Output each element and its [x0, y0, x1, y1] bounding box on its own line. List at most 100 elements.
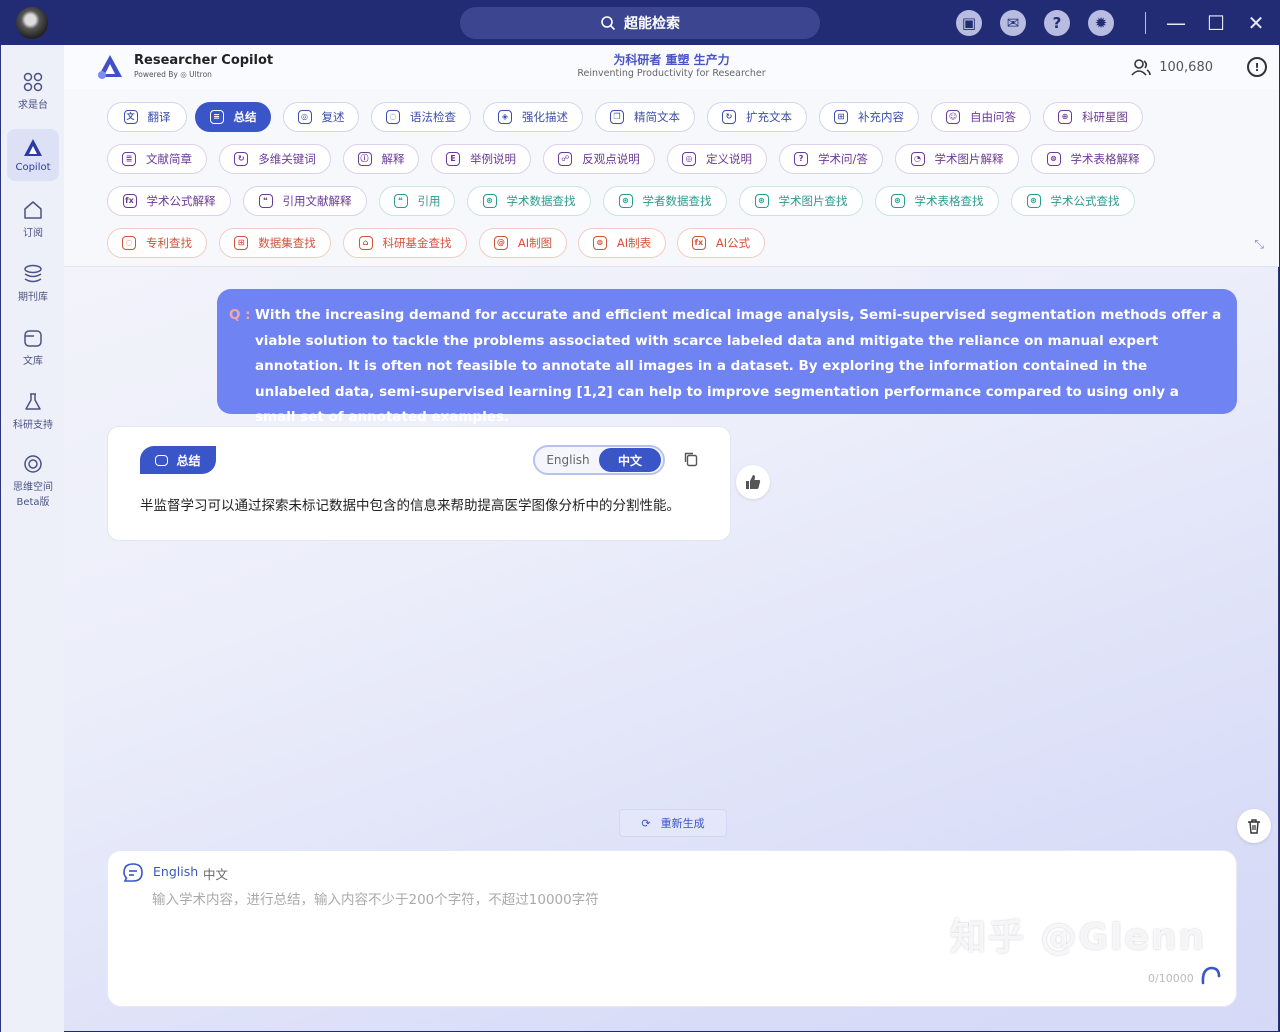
- main-area: Researcher Copilot Powered By ◎ Ultron 为…: [64, 45, 1279, 1031]
- image-icon[interactable]: ▣: [956, 10, 982, 36]
- tool-chip-icon: ⊞: [234, 236, 249, 250]
- tool-chip[interactable]: E 举例说明: [431, 144, 531, 174]
- help-icon[interactable]: ?: [1044, 10, 1070, 36]
- tool-chip[interactable]: ◈ 强化描述: [483, 102, 583, 132]
- tool-chip[interactable]: fx AI公式: [677, 228, 765, 258]
- answer-text: 半监督学习可以通过探索未标记数据中包含的信息来帮助提高医学图像分析中的分割性能。: [140, 498, 680, 514]
- tool-chip[interactable]: ◌ 语法检查: [371, 102, 471, 132]
- input-lang-english[interactable]: English: [153, 864, 198, 879]
- tool-chip[interactable]: ◎ 复述: [283, 102, 359, 132]
- tool-chip-label: 引用文献解释: [282, 194, 352, 208]
- tool-chip-icon: ◌: [386, 110, 400, 124]
- sidebar-label: 期刊库: [18, 292, 48, 303]
- collapse-icon[interactable]: ⤡: [1254, 237, 1264, 252]
- tool-chip[interactable]: ⊛ 学术公式查找: [1011, 186, 1135, 216]
- tool-chip-label: 学术问/答: [818, 152, 868, 166]
- titlebar-divider: [1145, 12, 1146, 34]
- tool-chip[interactable]: ☍ 反观点说明: [543, 144, 655, 174]
- clear-history-button[interactable]: [1237, 809, 1271, 843]
- settings-gear-icon[interactable]: ✹: [1088, 10, 1114, 36]
- tool-chip-label: 多维关键词: [258, 152, 316, 166]
- sidebar-label: 科研支持: [13, 420, 53, 431]
- tool-chip-icon: ⊛: [618, 194, 633, 208]
- input-lang-chinese[interactable]: 中文: [203, 864, 228, 883]
- sidebar-label: 求是台: [18, 100, 48, 111]
- sidebar-item-copilot[interactable]: Copilot: [7, 129, 59, 181]
- tool-chip[interactable]: fx 学术公式解释: [107, 186, 231, 216]
- tool-chip-label: 解释: [381, 152, 405, 166]
- sidebar-item-qiushitai[interactable]: 求是台: [7, 65, 59, 117]
- tool-chip[interactable]: ≣ 文献简章: [107, 144, 207, 174]
- tool-chip[interactable]: ⊞ 数据集查找: [219, 228, 331, 258]
- user-avatar[interactable]: [16, 7, 48, 39]
- tool-chip-label: 强化描述: [522, 110, 568, 124]
- grid-circles-icon: [23, 72, 43, 92]
- sidebar-label: 思维空间: [13, 481, 53, 493]
- tool-chip[interactable]: ? 学术问/答: [779, 144, 883, 174]
- tool-chip[interactable]: @ AI制图: [479, 228, 567, 258]
- tool-chip-icon: ◔: [910, 152, 925, 166]
- tool-chip[interactable]: ◌ 专利查找: [107, 228, 207, 258]
- thumbs-up-button[interactable]: [736, 465, 770, 499]
- refresh-icon: ⟳: [641, 816, 651, 830]
- sidebar-item-journals[interactable]: 期刊库: [7, 257, 59, 309]
- tool-chip[interactable]: ☺ 自由问答: [931, 102, 1031, 132]
- tool-chip[interactable]: ⊜ 学术表格解释: [1031, 144, 1155, 174]
- sidebar-item-subscribe[interactable]: 订阅: [7, 193, 59, 245]
- tool-chip[interactable]: ◎ 定义说明: [667, 144, 767, 174]
- super-search-bar[interactable]: 超能检索: [460, 7, 820, 39]
- tool-chip-icon: ☺: [946, 110, 960, 124]
- regenerate-button[interactable]: ⟳ 重新生成: [619, 809, 727, 837]
- lang-option-chinese[interactable]: 中文: [599, 448, 661, 472]
- answer-language-toggle[interactable]: English 中文: [533, 445, 665, 475]
- tool-chip[interactable]: ◔ 学术图片解释: [895, 144, 1019, 174]
- tool-chip-label: 自由问答: [970, 110, 1016, 124]
- close-button[interactable]: ✕: [1242, 9, 1270, 37]
- tool-chip-icon: ⊜: [1046, 152, 1061, 166]
- tool-chip[interactable]: ❐ 精简文本: [595, 102, 695, 132]
- tool-chip-icon: ⊛: [1026, 194, 1041, 208]
- tool-chip[interactable]: ↻ 多维关键词: [219, 144, 331, 174]
- tool-chip-icon: ◌: [122, 236, 136, 250]
- tool-chip[interactable]: 文翻译: [107, 102, 187, 132]
- minimize-button[interactable]: —: [1162, 9, 1190, 37]
- tool-chip[interactable]: ↻ 扩充文本: [707, 102, 807, 132]
- message-icon[interactable]: ✉: [1000, 10, 1026, 36]
- tool-chip-label: 学术数据查找: [506, 194, 576, 208]
- tool-chip-label: 复述: [321, 110, 345, 124]
- tool-chip-label: 科研基金查找: [382, 236, 452, 250]
- sidebar-item-library[interactable]: 文库: [7, 321, 59, 373]
- tool-chip[interactable]: ⓘ 解释: [343, 144, 419, 174]
- tool-chip-icon: ⊛: [754, 194, 769, 208]
- tool-chip[interactable]: ⌂ 科研基金查找: [343, 228, 467, 258]
- tool-chip[interactable]: ⊛ 学术表格查找: [875, 186, 999, 216]
- info-icon[interactable]: !: [1247, 57, 1267, 77]
- sidebar-item-research-support[interactable]: 科研支持: [7, 385, 59, 437]
- tool-chip[interactable]: ⊛ 学术数据查找: [467, 186, 591, 216]
- tool-chip[interactable]: ⊞ 补充内容: [819, 102, 919, 132]
- tool-chip-label: 翻译: [147, 110, 171, 124]
- tool-chip-label: 举例说明: [470, 152, 516, 166]
- tool-chip-icon: ⊛: [890, 194, 905, 208]
- tool-chip[interactable]: ⊛ 学术图片查找: [739, 186, 863, 216]
- copy-icon[interactable]: [683, 451, 699, 467]
- send-icon[interactable]: [1198, 963, 1224, 989]
- sidebar-item-thinking-space[interactable]: 思维空间 Beta版: [7, 449, 59, 511]
- home-icon: [24, 201, 42, 219]
- lang-option-english[interactable]: English: [537, 448, 599, 472]
- tool-chip[interactable]: ❝ 引用文献解释: [243, 186, 367, 216]
- tool-chip[interactable]: ❝ 引用: [379, 186, 455, 216]
- points-counter[interactable]: 100,680: [1131, 57, 1213, 77]
- maximize-button[interactable]: ☐: [1202, 9, 1230, 37]
- tool-chip-label: 反观点说明: [582, 152, 640, 166]
- tool-chip[interactable]: ⊕ 科研星图: [1043, 102, 1143, 132]
- slogan-chinese: 为科研者 重塑 生产力: [613, 53, 730, 67]
- copilot-logo-icon: [24, 139, 42, 156]
- tool-chip-icon: ⊛: [482, 194, 497, 208]
- tool-chip[interactable]: ≡ 总结: [195, 102, 271, 132]
- tool-chip-label: AI公式: [715, 236, 751, 250]
- tool-chip[interactable]: ⊛ 学者数据查找: [603, 186, 727, 216]
- tool-chip-label: 总结: [233, 110, 257, 124]
- layers-icon: [24, 264, 42, 283]
- tool-chip[interactable]: ⊜ AI制表: [578, 228, 666, 258]
